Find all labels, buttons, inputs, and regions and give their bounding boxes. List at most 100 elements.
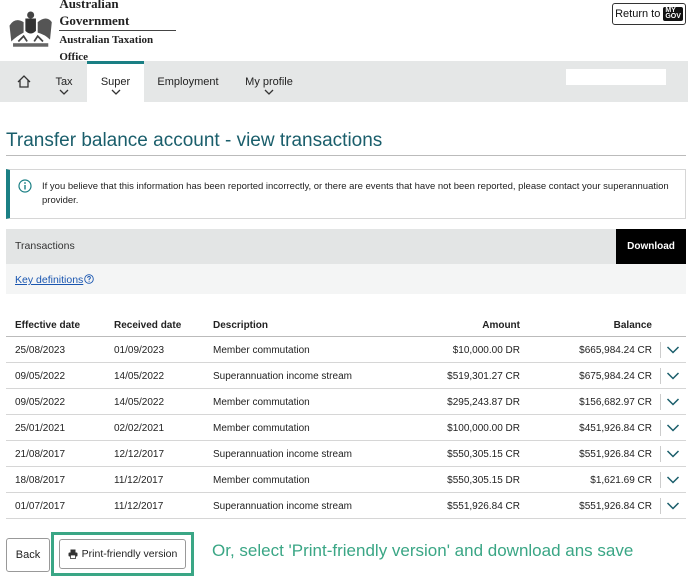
chevron-down-icon[interactable] [666,449,680,459]
column-divider [660,420,661,436]
cell-effective: 25/08/2023 [15,345,66,356]
printer-icon [68,549,78,559]
cell-description: Member commutation [213,397,310,408]
question-icon[interactable] [84,274,94,284]
annotation-text: Or, select 'Print-friendly version' and … [212,541,634,560]
back-button[interactable]: Back [6,538,50,572]
highlight-box: Print-friendly version [51,532,194,576]
cell-balance: $156,682.97 CR [579,397,652,408]
nav-tab-label: Super [100,76,131,88]
nav-tab-my-profile[interactable]: My profile [238,61,300,102]
print-label: Print-friendly version [81,548,178,560]
chevron-down-icon[interactable] [666,371,680,381]
chevron-down-icon [111,89,120,95]
cell-amount: $550,305.15 CR [447,449,520,460]
col-balance: Balance [613,320,652,331]
cell-description: Member commutation [213,475,310,486]
cell-description: Superannuation income stream [213,449,352,460]
cell-balance: $675,984.24 CR [579,371,652,382]
cell-description: Superannuation income stream [213,371,352,382]
table-row[interactable]: 09/05/2022 14/05/2022 Member commutation… [6,389,686,415]
cell-received: 02/02/2021 [114,423,165,434]
cell-balance: $665,984.24 CR [579,345,652,356]
chevron-down-icon [264,89,274,95]
nav-tab-label: My profile [245,76,293,88]
nav-tab-employment[interactable]: Employment [152,61,224,102]
col-effective-date: Effective date [15,320,81,331]
chevron-down-icon[interactable] [666,475,680,485]
column-divider [660,446,661,462]
info-message: If you believe that this information has… [6,169,686,219]
cell-balance: $451,926.84 CR [579,423,652,434]
column-divider [660,472,661,488]
cell-received: 11/12/2017 [114,475,164,486]
cell-received: 14/05/2022 [114,397,165,408]
cell-effective: 21/08/2017 [15,449,66,460]
column-divider [660,498,661,514]
download-button[interactable]: Download [616,229,686,264]
search-input[interactable] [566,69,666,85]
site-header: Australian Government Australian Taxatio… [0,0,688,63]
ato-logo[interactable]: Australian Government Australian Taxatio… [6,0,176,63]
key-definitions-link[interactable]: Key definitions [15,274,83,286]
transactions-bar: Transactions Download [6,229,686,264]
mygov-bottom: GOV [665,13,681,20]
cell-balance: $551,926.84 CR [579,501,652,512]
cell-balance: $1,621.69 CR [590,475,652,486]
main-nav: Tax Super Employment My profile [0,61,688,102]
table-body: 25/08/2023 01/09/2023 Member commutation… [6,337,686,519]
return-label: Return to [615,8,661,20]
nav-tab-tax[interactable]: Tax [44,61,84,102]
title-divider [6,155,686,156]
gov-line: Australian Government [59,0,130,28]
print-friendly-button[interactable]: Print-friendly version [59,539,186,569]
chevron-down-icon [59,89,69,95]
return-to-mygov-button[interactable]: Return to MY GOV [612,3,686,25]
column-divider [660,342,661,358]
home-icon[interactable] [17,75,31,88]
cell-description: Member commutation [213,423,310,434]
cell-received: 14/05/2022 [114,371,165,382]
cell-amount: $550,305.15 DR [447,475,520,486]
table-row[interactable]: 01/07/2017 11/12/2017 Superannuation inc… [6,493,686,519]
nav-tab-super[interactable]: Super [87,61,144,102]
nav-tab-label: Employment [157,76,219,88]
cell-received: 01/09/2023 [114,345,165,356]
cell-effective: 25/01/2021 [15,423,66,434]
table-row[interactable]: 09/05/2022 14/05/2022 Superannuation inc… [6,363,686,389]
table-row[interactable]: 18/08/2017 11/12/2017 Member commutation… [6,467,686,493]
info-icon [18,179,32,193]
cell-description: Superannuation income stream [213,501,352,512]
cell-effective: 01/07/2017 [15,501,66,512]
cell-amount: $295,243.87 DR [447,397,520,408]
key-definitions-area: Key definitions [6,264,686,294]
chevron-down-icon[interactable] [666,423,680,433]
table-row[interactable]: 25/01/2021 02/02/2021 Member commutation… [6,415,686,441]
cell-description: Member commutation [213,345,310,356]
cell-amount: $519,301.27 CR [447,371,520,382]
cell-effective: 09/05/2022 [15,371,66,382]
cell-effective: 09/05/2022 [15,397,66,408]
col-amount: Amount [482,320,520,331]
table-row[interactable]: 25/08/2023 01/09/2023 Member commutation… [6,337,686,363]
col-description: Description [213,320,269,331]
cell-effective: 18/08/2017 [15,475,66,486]
cell-amount: $10,000.00 DR [452,345,520,356]
transactions-table: Effective date Received date Description… [6,312,686,519]
cell-balance: $551,926.84 CR [579,449,652,460]
chevron-down-icon[interactable] [666,345,680,355]
chevron-down-icon[interactable] [666,501,680,511]
nav-tab-label: Tax [55,76,73,88]
cell-received: 12/12/2017 [114,449,165,460]
logo-text: Australian Government Australian Taxatio… [59,0,176,66]
cell-amount: $551,926.84 CR [447,501,520,512]
cell-amount: $100,000.00 DR [447,423,520,434]
chevron-down-icon[interactable] [666,397,680,407]
page-title: Transfer balance account - view transact… [6,130,383,151]
table-row[interactable]: 21/08/2017 12/12/2017 Superannuation inc… [6,441,686,467]
col-received-date: Received date [114,320,182,331]
column-divider [660,394,661,410]
column-divider [660,368,661,384]
cell-received: 11/12/2017 [114,501,164,512]
table-header: Effective date Received date Description… [6,312,686,337]
